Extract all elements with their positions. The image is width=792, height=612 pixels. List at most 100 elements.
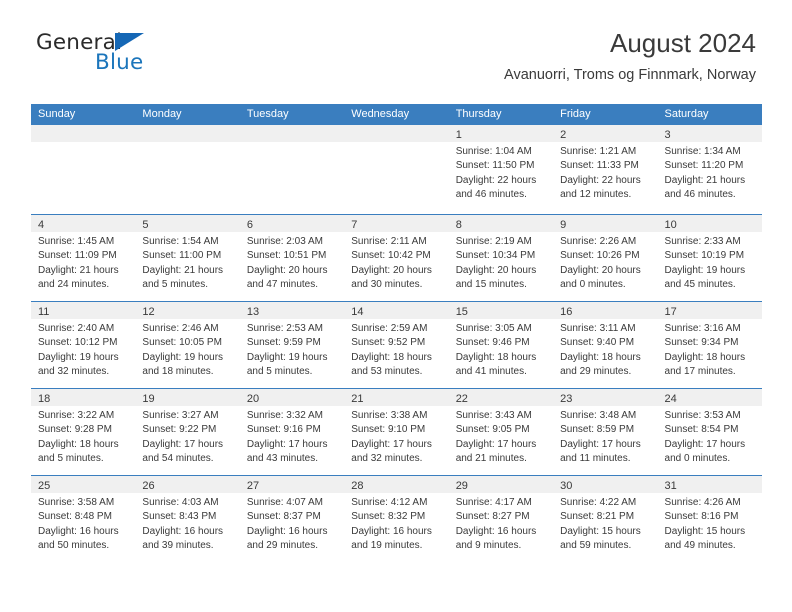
calendar-weeks: 1 Sunrise: 1:04 AM Sunset: 11:50 PM Dayligh… bbox=[31, 125, 762, 562]
day-cell-16[interactable]: 16 Sunrise: 3:11 AM Sunset: 9:40 PM Dayligh… bbox=[553, 302, 658, 388]
day-detail-line: Sunrise: 3:27 AM bbox=[142, 410, 219, 421]
day-cell-22[interactable]: 22 Sunrise: 3:43 AM Sunset: 9:05 PM Dayligh… bbox=[448, 389, 554, 475]
day-detail-line: and 46 minutes. bbox=[455, 188, 527, 200]
day-cell-13[interactable]: 13 Sunrise: 2:53 AM Sunset: 9:59 PM Dayligh… bbox=[239, 302, 345, 388]
day-detail-line: Sunrise: 2:40 AM bbox=[38, 323, 115, 334]
day-cell-3[interactable]: 3 Sunrise: 1:34 AM Sunset: 11:20 PM Dayligh… bbox=[657, 125, 762, 214]
day-cell-9[interactable]: 9 Sunrise: 2:26 AM Sunset: 10:26 PM Dayligh… bbox=[553, 215, 658, 301]
day-detail-line: Sunset: 9:28 PM bbox=[38, 424, 112, 436]
day-detail-line: and 18 minutes. bbox=[142, 365, 214, 377]
day-cell-27[interactable]: 27 Sunrise: 4:07 AM Sunset: 8:37 PM Dayligh… bbox=[239, 476, 345, 562]
day-details: Sunrise: 3:16 AM Sunset: 9:34 PM Daylight:… bbox=[658, 319, 762, 379]
day-number: 15 bbox=[455, 306, 468, 318]
day-number-band: 1 bbox=[448, 125, 554, 142]
day-cell-26[interactable]: 26 Sunrise: 4:03 AM Sunset: 8:43 PM Dayligh… bbox=[135, 476, 240, 562]
day-number: 21 bbox=[351, 393, 364, 405]
day-detail-line: Daylight: 17 hours bbox=[455, 438, 537, 450]
calendar-week-row: 25 Sunrise: 3:58 AM Sunset: 8:48 PM Dayligh… bbox=[31, 475, 762, 562]
day-detail-line: Sunset: 10:34 PM bbox=[455, 250, 536, 262]
day-detail-line: Daylight: 20 hours bbox=[351, 264, 432, 276]
day-number-band: 25 bbox=[31, 476, 136, 493]
day-number: 20 bbox=[246, 393, 260, 405]
day-detail-line: Sunset: 9:22 PM bbox=[142, 424, 217, 436]
day-details: Sunrise: 4:03 AM Sunset: 8:43 PM Daylight:… bbox=[135, 493, 239, 553]
day-cell-23[interactable]: 23 Sunrise: 3:48 AM Sunset: 8:59 PM Dayligh… bbox=[553, 389, 658, 475]
day-details: Sunrise: 2:46 AM Sunset: 10:05 PM Daylight… bbox=[135, 319, 239, 379]
day-number: 16 bbox=[560, 306, 573, 318]
general-blue-logo[interactable]: General Blue bbox=[36, 30, 216, 78]
day-cell-31[interactable]: 31 Sunrise: 4:26 AM Sunset: 8:16 PM Dayligh… bbox=[657, 476, 762, 562]
day-detail-line: Sunset: 8:59 PM bbox=[560, 424, 635, 436]
day-detail-line: Sunrise: 3:16 AM bbox=[664, 323, 741, 334]
day-cell-20[interactable]: 20 Sunrise: 3:32 AM Sunset: 9:16 PM Dayligh… bbox=[239, 389, 345, 475]
day-detail-line: Sunset: 9:10 PM bbox=[351, 424, 426, 436]
day-detail-line: Sunrise: 4:26 AM bbox=[664, 497, 741, 508]
day-cell-21[interactable]: 21 Sunrise: 3:38 AM Sunset: 9:10 PM Dayligh… bbox=[344, 389, 449, 475]
day-detail-line: Sunset: 9:34 PM bbox=[664, 337, 739, 349]
day-cell-12[interactable]: 12 Sunrise: 2:46 AM Sunset: 10:05 PM Daylig… bbox=[135, 302, 240, 388]
day-number: 13 bbox=[246, 306, 260, 318]
day-cell-6[interactable]: 6 Sunrise: 2:03 AM Sunset: 10:51 PM Dayligh… bbox=[239, 215, 345, 301]
day-cell-17[interactable]: 17 Sunrise: 3:16 AM Sunset: 9:34 PM Dayligh… bbox=[657, 302, 762, 388]
day-number-band bbox=[31, 125, 136, 142]
day-cell-24[interactable]: 24 Sunrise: 3:53 AM Sunset: 8:54 PM Dayligh… bbox=[657, 389, 762, 475]
day-detail-line: Sunset: 8:48 PM bbox=[38, 511, 112, 523]
day-cell-5[interactable]: 5 Sunrise: 1:54 AM Sunset: 11:00 PM Dayligh… bbox=[135, 215, 240, 301]
day-detail-line: and 53 minutes. bbox=[351, 365, 423, 377]
day-number: 5 bbox=[142, 219, 149, 231]
day-cell-15[interactable]: 15 Sunrise: 3:05 AM Sunset: 9:46 PM Dayligh… bbox=[448, 302, 554, 388]
day-detail-line: Sunrise: 3:32 AM bbox=[246, 410, 323, 421]
day-cell-7[interactable]: 7 Sunrise: 2:11 AM Sunset: 10:42 PM Dayligh… bbox=[344, 215, 449, 301]
day-cell-30[interactable]: 30 Sunrise: 4:22 AM Sunset: 8:21 PM Dayligh… bbox=[553, 476, 658, 562]
day-details: Sunrise: 3:32 AM Sunset: 9:16 PM Daylight:… bbox=[240, 406, 344, 466]
day-detail-line: Daylight: 17 hours bbox=[246, 438, 328, 450]
day-number-band: 12 bbox=[135, 302, 240, 319]
day-number: 2 bbox=[560, 129, 567, 141]
day-cell-empty bbox=[31, 125, 136, 214]
day-detail-line: Sunrise: 4:03 AM bbox=[142, 497, 219, 508]
day-details: Sunrise: 3:58 AM Sunset: 8:48 PM Daylight:… bbox=[31, 493, 135, 553]
day-number-band: 31 bbox=[657, 476, 762, 493]
weekday-header-row: Sunday Monday Tuesday Wednesday Thursday Frid… bbox=[31, 104, 762, 125]
day-cell-8[interactable]: 8 Sunrise: 2:19 AM Sunset: 10:34 PM Dayligh… bbox=[448, 215, 554, 301]
day-cell-29[interactable]: 29 Sunrise: 4:17 AM Sunset: 8:27 PM Dayligh… bbox=[448, 476, 554, 562]
day-details: Sunrise: 3:11 AM Sunset: 9:40 PM Daylight:… bbox=[553, 319, 657, 379]
day-cell-empty bbox=[239, 125, 345, 214]
day-number-band: 9 bbox=[553, 215, 658, 232]
day-cell-1[interactable]: 1 Sunrise: 1:04 AM Sunset: 11:50 PM Dayligh… bbox=[448, 125, 554, 214]
day-number: 10 bbox=[664, 219, 677, 231]
day-detail-line: and 41 minutes. bbox=[455, 365, 527, 377]
day-details: Sunrise: 2:19 AM Sunset: 10:34 PM Daylight… bbox=[449, 232, 553, 292]
day-cell-10[interactable]: 10 Sunrise: 2:33 AM Sunset: 10:19 PM Daylig… bbox=[657, 215, 762, 301]
day-detail-line: Sunrise: 4:12 AM bbox=[351, 497, 428, 508]
day-detail-line: Daylight: 16 hours bbox=[455, 525, 537, 537]
weekday-header-friday: Friday bbox=[560, 108, 591, 120]
day-number: 4 bbox=[38, 219, 45, 231]
day-detail-line: Sunset: 10:19 PM bbox=[664, 250, 745, 262]
day-cell-25[interactable]: 25 Sunrise: 3:58 AM Sunset: 8:48 PM Dayligh… bbox=[31, 476, 136, 562]
day-detail-line: Sunrise: 3:53 AM bbox=[664, 410, 741, 421]
day-number: 19 bbox=[142, 393, 155, 405]
day-number-band bbox=[239, 125, 345, 142]
day-cell-empty bbox=[344, 125, 449, 214]
day-detail-line: Sunset: 11:00 PM bbox=[142, 250, 222, 262]
day-detail-line: and 49 minutes. bbox=[664, 539, 736, 551]
day-cell-18[interactable]: 18 Sunrise: 3:22 AM Sunset: 9:28 PM Dayligh… bbox=[31, 389, 136, 475]
day-detail-line: Daylight: 21 hours bbox=[664, 174, 746, 186]
day-detail-line: Sunrise: 3:38 AM bbox=[351, 410, 428, 421]
day-cell-4[interactable]: 4 Sunrise: 1:45 AM Sunset: 11:09 PM Dayligh… bbox=[31, 215, 136, 301]
weekday-header-saturday: Saturday bbox=[664, 108, 709, 120]
day-number: 18 bbox=[38, 393, 51, 405]
day-detail-line: and 24 minutes. bbox=[38, 278, 110, 290]
day-detail-line: and 21 minutes. bbox=[455, 452, 527, 464]
day-cell-28[interactable]: 28 Sunrise: 4:12 AM Sunset: 8:32 PM Dayligh… bbox=[344, 476, 449, 562]
day-details: Sunrise: 2:03 AM Sunset: 10:51 PM Daylight… bbox=[240, 232, 344, 292]
day-detail-line: Sunset: 8:21 PM bbox=[560, 511, 635, 523]
day-detail-line: Daylight: 16 hours bbox=[142, 525, 224, 537]
day-detail-line: and 29 minutes. bbox=[246, 539, 319, 551]
day-number-band: 28 bbox=[344, 476, 449, 493]
day-cell-11[interactable]: 11 Sunrise: 2:40 AM Sunset: 10:12 PM Daylig… bbox=[31, 302, 136, 388]
day-cell-19[interactable]: 19 Sunrise: 3:27 AM Sunset: 9:22 PM Dayligh… bbox=[135, 389, 240, 475]
day-cell-14[interactable]: 14 Sunrise: 2:59 AM Sunset: 9:52 PM Dayligh… bbox=[344, 302, 449, 388]
day-cell-2[interactable]: 2 Sunrise: 1:21 AM Sunset: 11:33 PM Dayligh… bbox=[553, 125, 658, 214]
